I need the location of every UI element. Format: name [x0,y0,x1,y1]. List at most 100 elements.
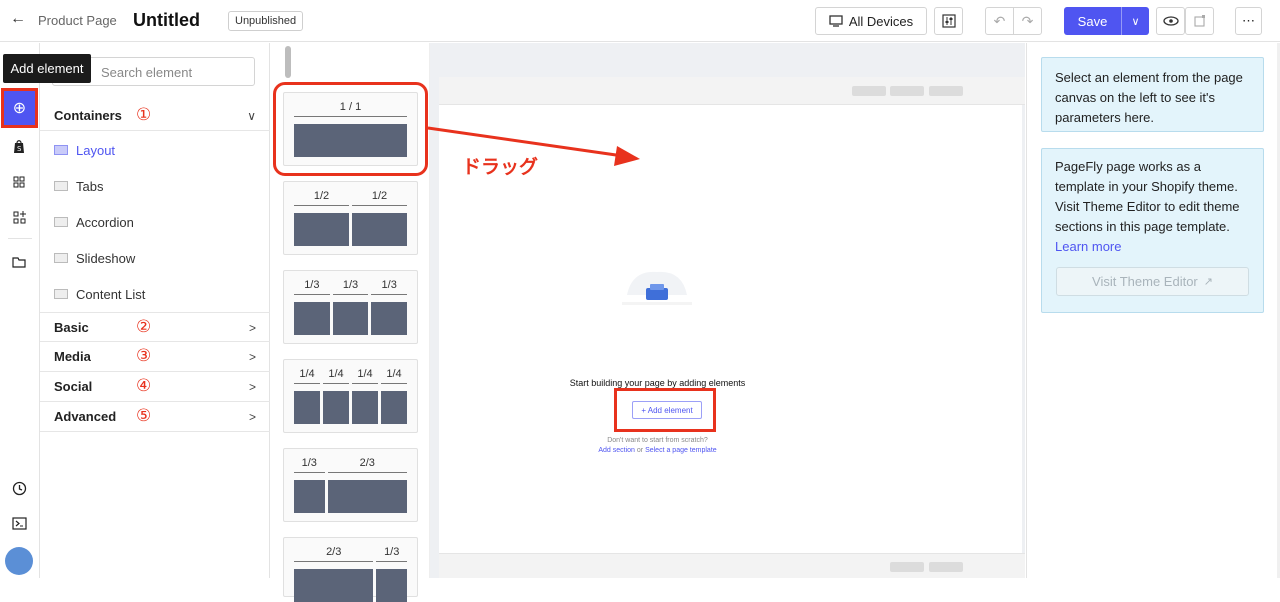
chevron-right-icon: > [248,350,256,364]
or-text: or [636,447,644,454]
add-element-tooltip: Add element [3,54,91,83]
tabs-icon [54,181,68,191]
category-label: Social [54,379,93,394]
undo-icon[interactable]: ↶ [986,8,1013,34]
divider [8,238,32,239]
container-item-layout[interactable]: Layout [54,140,115,160]
column-block [294,391,320,424]
category-basic[interactable]: Basic ② > [40,312,270,342]
publish-icon[interactable] [1185,7,1214,35]
category-advanced[interactable]: Advanced ⑤ > [40,402,270,432]
chevron-right-icon: > [248,321,256,335]
avatar[interactable] [5,547,33,575]
theme-info-text: PageFly page works as a template in your… [1055,159,1240,234]
properties-panel: Select an element from the page canvas o… [1026,43,1280,578]
canvas-footer [439,553,1025,578]
column-label: 2/3 [327,457,407,473]
column-block [371,302,408,335]
column-label: 1/3 [376,546,407,562]
page-title[interactable]: Untitled [133,10,200,31]
sliders-icon [941,14,956,28]
scratch-text: Don't want to start from scratch? [607,437,708,444]
all-devices-button[interactable]: All Devices [815,7,927,35]
visit-label: Visit Theme Editor [1092,273,1198,289]
history-icon[interactable] [8,477,30,499]
column-block [332,302,369,335]
accordion-icon [54,217,68,227]
element-panel: Search element Containers ① ∨ Layout Tab… [40,43,270,578]
column-block [294,302,330,335]
annotation-number: ④ [136,376,152,395]
column-label: 1/2 [294,190,349,206]
preview-eye-icon[interactable] [1156,7,1185,35]
grid-icon[interactable] [8,171,30,193]
category-social[interactable]: Social ④ > [40,372,270,402]
template-links: Add section or Select a page template [439,447,876,454]
layout-card-1-2[interactable]: 1/2 1/2 [283,181,418,255]
layout-card-1-3[interactable]: 1/3 1/3 1/3 [283,270,418,344]
column-block [323,391,349,424]
category-label: Basic [54,320,89,335]
redo-icon[interactable]: ↷ [1013,8,1041,34]
list-icon [54,289,68,299]
layout-presets: 1 / 1 1/2 1/2 1/3 1/3 1/3 1/4 1/4 1/4 1/4 1/3 2… [270,43,430,602]
save-label: Save [1077,13,1108,29]
empty-state-icon [622,271,692,305]
annotation-number: ② [136,317,152,336]
devices-label: All Devices [848,13,914,29]
canvas-header [439,77,1025,105]
more-options-icon[interactable]: ⋯ [1235,7,1262,35]
empty-state-title: Start building your page by adding eleme… [569,378,746,388]
add-element-icon[interactable]: ⊕ [1,88,38,128]
layout-card-1-3-2-3[interactable]: 1/3 2/3 [283,448,418,522]
add-section-link[interactable]: Add section [598,447,635,454]
visit-theme-editor-button[interactable]: Visit Theme Editor ↗ [1056,267,1249,296]
chevron-right-icon: > [248,380,256,394]
grid-plus-icon[interactable] [8,206,30,228]
back-arrow-icon[interactable]: ← [10,10,26,28]
chevron-down-icon[interactable]: ∨ [1121,7,1149,35]
chevron-right-icon: > [248,410,256,424]
container-item-accordion[interactable]: Accordion [54,212,134,232]
category-containers[interactable]: Containers ① ∨ [40,101,270,131]
slideshow-icon [54,253,68,263]
folder-icon[interactable] [8,251,30,273]
container-item-slideshow[interactable]: Slideshow [54,248,135,268]
save-button[interactable]: Save ∨ [1064,7,1149,35]
layout-card-2-3-1-3[interactable]: 2/3 1/3 [283,537,418,602]
column-block [294,213,349,246]
placeholder-bar [890,562,924,572]
placeholder-bar [929,86,963,96]
column-block [352,213,407,246]
category-label: Containers [54,108,122,123]
category-media[interactable]: Media ③ > [40,342,270,372]
column-block [294,124,407,157]
column-label: 1/4 [381,368,407,384]
learn-more-link[interactable]: Learn more [1055,239,1121,254]
annotation-number: ③ [136,346,152,365]
svg-text:S: S [17,145,22,153]
column-label: 1/4 [294,368,320,384]
container-item-content-list[interactable]: Content List [54,284,145,304]
column-block [327,480,407,513]
column-label: 1/3 [332,279,369,295]
annotation-highlight-box [614,388,716,432]
layout-card-1-1[interactable]: 1 / 1 [273,82,428,176]
scrollbar[interactable] [285,46,291,78]
adjust-button[interactable] [934,7,963,35]
breadcrumb[interactable]: Product Page [38,13,117,28]
item-label: Slideshow [76,250,136,266]
column-block [294,480,325,513]
container-item-tabs[interactable]: Tabs [54,176,103,196]
category-label: Media [54,349,91,364]
column-block [376,569,407,602]
terminal-icon[interactable] [8,512,30,534]
annotation-number: ⑤ [136,406,152,425]
layout-icon [54,145,68,155]
placeholder-bar [929,562,963,572]
layout-card-1-4[interactable]: 1/4 1/4 1/4 1/4 [283,359,418,433]
shopify-icon[interactable]: S [8,135,30,157]
select-template-link[interactable]: Select a page template [645,447,717,454]
category-label: Advanced [54,409,117,424]
external-link-icon: ↗ [1203,275,1213,288]
